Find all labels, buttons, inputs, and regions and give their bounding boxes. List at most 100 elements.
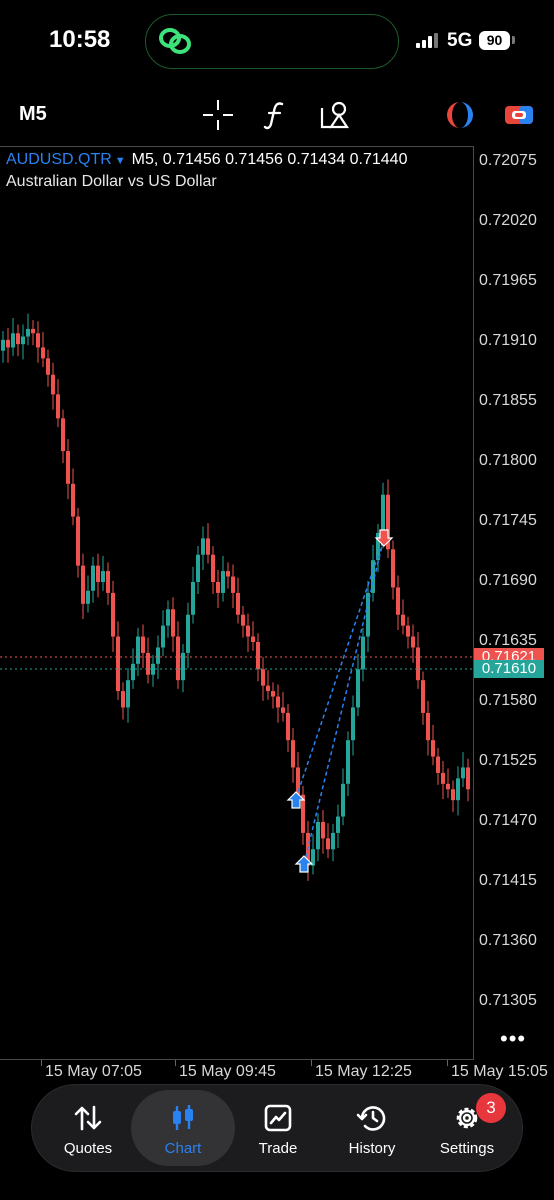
candlestick bbox=[126, 668, 130, 723]
candlestick bbox=[211, 546, 215, 594]
tab-settings-label: Settings bbox=[439, 1140, 495, 1157]
dynamic-island bbox=[145, 14, 399, 69]
price-axis-label: 0.71855 bbox=[479, 392, 537, 409]
candlestick bbox=[16, 324, 20, 357]
candlestick bbox=[431, 724, 435, 766]
candlestick bbox=[246, 613, 250, 652]
candlestick bbox=[36, 321, 40, 363]
candlestick bbox=[26, 313, 30, 346]
battery-level: 90 bbox=[479, 31, 510, 50]
candlestick bbox=[391, 540, 395, 600]
candlestick bbox=[101, 555, 105, 591]
candlestick bbox=[291, 728, 295, 783]
candlestick bbox=[326, 823, 330, 858]
candlestick bbox=[446, 768, 450, 798]
candlestick bbox=[261, 657, 265, 701]
settings-notification-badge: 3 bbox=[476, 1093, 506, 1123]
time-axis-tick bbox=[311, 1060, 312, 1066]
candlestick bbox=[11, 318, 15, 357]
candlestick bbox=[216, 570, 220, 609]
candlestick bbox=[1, 331, 5, 363]
candlestick bbox=[201, 526, 205, 570]
price-axis-label: 0.71580 bbox=[479, 692, 537, 709]
candlestick bbox=[456, 766, 460, 816]
trading-signals-icon[interactable] bbox=[443, 98, 477, 132]
tab-trade-label: Trade bbox=[258, 1140, 298, 1157]
time-axis-label: 15 May 15:05 bbox=[451, 1063, 548, 1080]
candlestick bbox=[176, 621, 180, 689]
trade-chart-icon bbox=[264, 1104, 292, 1132]
candlestick bbox=[76, 507, 80, 578]
one-click-trading-icon[interactable] bbox=[502, 98, 536, 132]
trade-connection-line bbox=[295, 537, 385, 799]
candlestick bbox=[206, 523, 210, 564]
candlestick bbox=[41, 332, 45, 368]
history-clock-icon bbox=[356, 1106, 386, 1131]
price-axis-label: 0.71305 bbox=[479, 992, 537, 1009]
candlestick bbox=[461, 752, 465, 788]
candlestick bbox=[96, 553, 100, 598]
symbol-header: AUDUSD.QTR ▼ M5, 0.71456 0.71456 0.71434 0… bbox=[6, 151, 407, 169]
crosshair-icon[interactable] bbox=[201, 98, 235, 132]
chart-toolbar: M5 bbox=[0, 90, 554, 140]
candlestick bbox=[361, 627, 365, 682]
objects-icon[interactable] bbox=[318, 98, 352, 132]
candlestick bbox=[341, 768, 345, 826]
time-axis-tick bbox=[447, 1060, 448, 1066]
quotes-arrows-icon bbox=[74, 1105, 102, 1131]
candlestick bbox=[356, 654, 360, 717]
tab-history-label: History bbox=[348, 1140, 396, 1157]
candlestick bbox=[346, 731, 350, 796]
bid-price-tag: 0.71610 bbox=[474, 660, 544, 678]
time-axis-label: 15 May 12:25 bbox=[315, 1063, 412, 1080]
candlestick bbox=[386, 479, 390, 558]
candlestick bbox=[186, 602, 190, 669]
candlestick bbox=[401, 599, 405, 635]
price-axis-label: 0.71415 bbox=[479, 872, 537, 889]
battery-tip bbox=[512, 36, 515, 44]
candlestick bbox=[371, 544, 375, 602]
candlestick bbox=[86, 575, 90, 613]
indicators-icon[interactable] bbox=[259, 98, 293, 132]
candlestick bbox=[406, 616, 410, 649]
price-axis-label: 0.71965 bbox=[479, 272, 537, 289]
tab-trade[interactable]: Trade bbox=[226, 1090, 330, 1166]
price-axis-label: 0.71910 bbox=[479, 332, 537, 349]
network-type: 5G bbox=[447, 30, 473, 51]
bottom-tab-bar: Quotes Chart Trade History Settings bbox=[31, 1084, 523, 1172]
timeframe-button[interactable]: M5 bbox=[19, 103, 47, 126]
candlestick bbox=[226, 562, 230, 589]
tab-chart[interactable]: Chart bbox=[131, 1090, 235, 1166]
candlestick bbox=[61, 409, 65, 464]
candlestick bbox=[321, 810, 325, 854]
candlestick bbox=[56, 379, 60, 428]
candlestick bbox=[171, 597, 175, 652]
candlestick bbox=[271, 682, 275, 709]
candlestick bbox=[276, 684, 280, 723]
candlestick bbox=[121, 682, 125, 720]
candlestick bbox=[51, 362, 55, 410]
more-options-button[interactable]: ••• bbox=[500, 1026, 526, 1052]
candlestick bbox=[81, 553, 85, 620]
candlestick bbox=[146, 637, 150, 684]
time-axis-label: 15 May 09:45 bbox=[179, 1063, 276, 1080]
candlestick bbox=[426, 700, 430, 756]
candlestick bbox=[111, 580, 115, 652]
status-bar: 10:58 5G 90 bbox=[0, 0, 554, 84]
candlestick bbox=[181, 644, 185, 693]
price-axis-label: 0.71525 bbox=[479, 752, 537, 769]
candlestick bbox=[241, 606, 245, 638]
candlestick bbox=[151, 655, 155, 687]
tab-history[interactable]: History bbox=[320, 1090, 424, 1166]
candlestick bbox=[196, 546, 200, 594]
candlestick bbox=[416, 632, 420, 689]
candlestick bbox=[116, 621, 120, 700]
candlestick bbox=[301, 786, 305, 845]
candlestick bbox=[436, 747, 440, 785]
price-chart[interactable] bbox=[0, 144, 554, 1064]
symbol-selector[interactable]: AUDUSD.QTR bbox=[6, 151, 112, 168]
candlestick bbox=[106, 562, 110, 605]
price-axis-label: 0.72020 bbox=[479, 212, 537, 229]
symbol-dropdown-icon[interactable]: ▼ bbox=[115, 155, 126, 167]
tab-quotes[interactable]: Quotes bbox=[36, 1090, 140, 1166]
